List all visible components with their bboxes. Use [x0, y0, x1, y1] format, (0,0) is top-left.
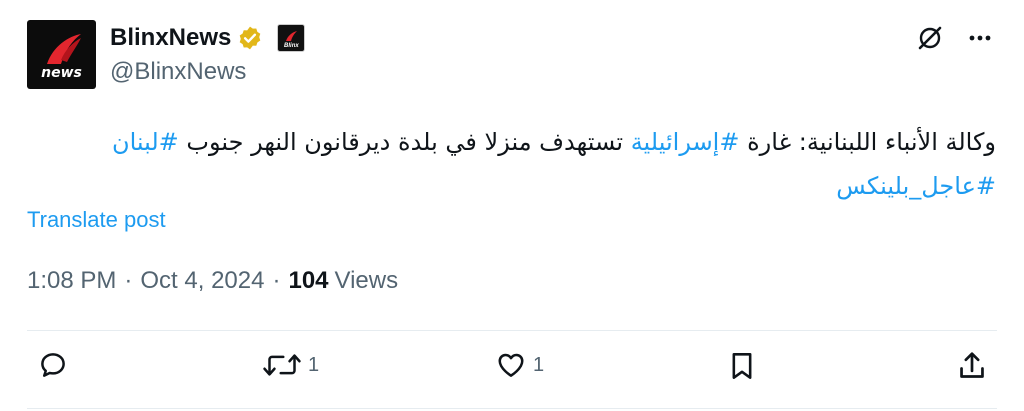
post-time[interactable]: 1:08 PM	[27, 267, 116, 295]
divider	[27, 330, 997, 331]
like-button[interactable]: 1	[495, 350, 544, 380]
bookmark-icon	[732, 353, 752, 379]
repost-count: 1	[308, 353, 320, 376]
avatar-logo-text: news	[41, 65, 82, 81]
views-label: Views	[334, 267, 399, 294]
bookmark-button[interactable]	[728, 350, 756, 382]
verified-badge-icon[interactable]	[237, 25, 263, 51]
author-avatar[interactable]: news	[27, 20, 96, 89]
hashtag-link[interactable]: #عاجل_بلينكس	[836, 172, 996, 200]
repost-button[interactable]: 1	[262, 350, 319, 380]
meta-separator: ·	[272, 267, 281, 294]
more-icon[interactable]	[966, 24, 994, 52]
tweet-text-part: وكالة الأنباء اللبنانية: غارة	[739, 128, 996, 156]
like-icon	[498, 353, 524, 377]
divider	[27, 408, 997, 409]
views-count: 104	[288, 267, 329, 294]
author-display-name[interactable]: BlinxNews	[110, 24, 231, 52]
hashtag-link[interactable]: #إسرائيلية	[631, 128, 740, 156]
reply-button[interactable]	[38, 350, 74, 380]
post-date[interactable]: Oct 4, 2024	[140, 267, 264, 295]
post-meta: 1:08 PM · Oct 4, 2024 · 104 Views	[27, 267, 398, 295]
share-button[interactable]	[957, 350, 987, 382]
author-handle[interactable]: @BlinxNews	[110, 58, 246, 86]
translate-post-link[interactable]: Translate post	[27, 207, 166, 233]
share-icon	[960, 352, 984, 378]
affiliate-badge-text: Blinx	[284, 43, 299, 49]
grok-icon[interactable]	[916, 24, 944, 52]
repost-icon	[263, 354, 301, 376]
tweet-text: وكالة الأنباء اللبنانية: غارة #إسرائيلية…	[30, 120, 996, 208]
hashtag-link[interactable]: #لبنان	[112, 128, 179, 156]
reply-icon	[41, 353, 65, 377]
post-actions-bar: 1 1	[0, 350, 1024, 392]
meta-separator: ·	[124, 267, 133, 294]
author-name-row: BlinxNews Blinx	[110, 22, 306, 54]
affiliate-badge-icon[interactable]: Blinx	[277, 24, 306, 52]
post-header-actions	[916, 24, 994, 52]
tweet-text-part: تستهدف منزلا في بلدة ديرقانون النهر جنوب	[178, 128, 631, 156]
like-count: 1	[533, 353, 545, 376]
